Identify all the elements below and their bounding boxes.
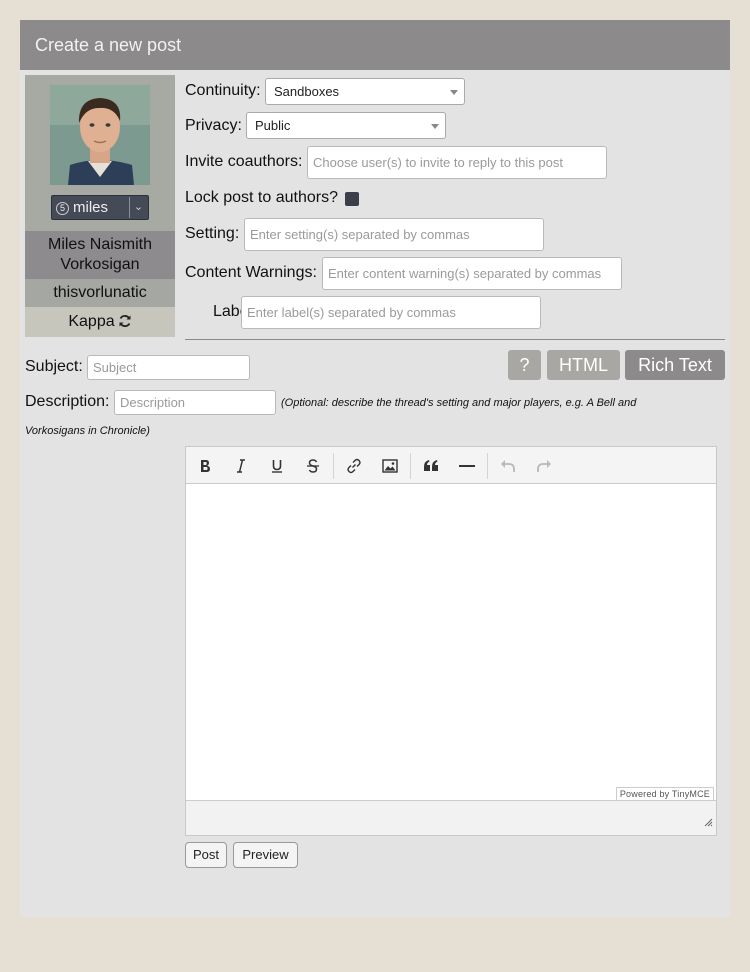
- toolbar-separator: [410, 453, 411, 479]
- chevron-down-icon[interactable]: ⌄: [129, 197, 147, 218]
- alias-label: Kappa: [68, 313, 115, 330]
- continuity-select[interactable]: Sandboxes: [265, 78, 465, 105]
- character-name[interactable]: Miles Naismith Vorkosigan: [25, 231, 175, 279]
- description-hint: (Optional: describe the thread's setting…: [281, 397, 637, 409]
- lock-checkbox[interactable]: [345, 192, 359, 206]
- new-post-panel: Create a new post 5 miles ⌄ Miles Naismi…: [20, 20, 730, 917]
- chevron-down-icon: [431, 123, 439, 129]
- bold-icon[interactable]: [190, 451, 220, 481]
- avatar[interactable]: [50, 85, 150, 185]
- coauthors-label: Invite coauthors:: [185, 153, 303, 170]
- subject-label: Subject:: [25, 358, 83, 375]
- icon-number: 5: [56, 202, 69, 215]
- redo-icon[interactable]: [529, 451, 559, 481]
- divider: [185, 339, 725, 340]
- toolbar-separator: [487, 453, 488, 479]
- setting-label: Setting:: [185, 225, 240, 242]
- warnings-label: Content Warnings:: [185, 264, 317, 281]
- chevron-down-icon: [450, 89, 458, 95]
- setting-input[interactable]: Enter setting(s) separated by commas: [244, 218, 544, 251]
- editor-statusbar: [186, 800, 716, 835]
- preview-button[interactable]: Preview: [233, 842, 298, 868]
- coauthors-input[interactable]: Choose user(s) to invite to reply to thi…: [307, 146, 607, 179]
- character-alias[interactable]: Kappa: [25, 307, 175, 337]
- toolbar-separator: [333, 453, 334, 479]
- description-input[interactable]: Description: [114, 390, 276, 415]
- post-button[interactable]: Post: [185, 842, 227, 868]
- link-icon[interactable]: [339, 451, 369, 481]
- character-screenname[interactable]: thisvorlunatic: [25, 279, 175, 307]
- icon-keyword: miles: [73, 199, 109, 216]
- subject-input[interactable]: Subject: [87, 355, 250, 380]
- horizontal-rule-icon[interactable]: [452, 451, 482, 481]
- privacy-label: Privacy:: [185, 117, 242, 134]
- blockquote-icon[interactable]: [416, 451, 446, 481]
- labels-input[interactable]: Enter label(s) separated by commas: [241, 296, 541, 329]
- privacy-select[interactable]: Public: [246, 112, 446, 139]
- content-warnings-input[interactable]: Enter content warning(s) separated by co…: [322, 257, 622, 290]
- image-icon[interactable]: [375, 451, 405, 481]
- icon-selector[interactable]: 5 miles ⌄: [51, 195, 149, 220]
- rich-text-editor: Powered by TinyMCE: [185, 446, 717, 836]
- character-selector: 5 miles ⌄ Miles Naismith Vorkosigan thisv…: [25, 75, 175, 337]
- resize-handle-icon[interactable]: [704, 814, 713, 832]
- continuity-value: Sandboxes: [274, 84, 340, 99]
- privacy-value: Public: [255, 118, 291, 133]
- character-icon-area: 5 miles ⌄: [25, 75, 175, 231]
- undo-icon[interactable]: [493, 451, 523, 481]
- continuity-label: Continuity:: [185, 82, 261, 99]
- refresh-icon[interactable]: [118, 309, 132, 339]
- description-label: Description:: [25, 393, 110, 410]
- strikethrough-icon[interactable]: [298, 451, 328, 481]
- rich-text-mode-button[interactable]: Rich Text: [625, 350, 725, 380]
- italic-icon[interactable]: [226, 451, 256, 481]
- page-title: Create a new post: [20, 20, 730, 70]
- underline-icon[interactable]: [262, 451, 292, 481]
- lock-label: Lock post to authors?: [185, 189, 338, 206]
- powered-by-label[interactable]: Powered by TinyMCE: [615, 787, 714, 800]
- description-hint-continued: Vorkosigans in Chronicle): [25, 425, 150, 437]
- editor-toolbar: [186, 447, 716, 484]
- editor-content-area[interactable]: Powered by TinyMCE: [186, 484, 716, 800]
- html-mode-button[interactable]: HTML: [547, 350, 620, 380]
- help-button[interactable]: ?: [508, 350, 541, 380]
